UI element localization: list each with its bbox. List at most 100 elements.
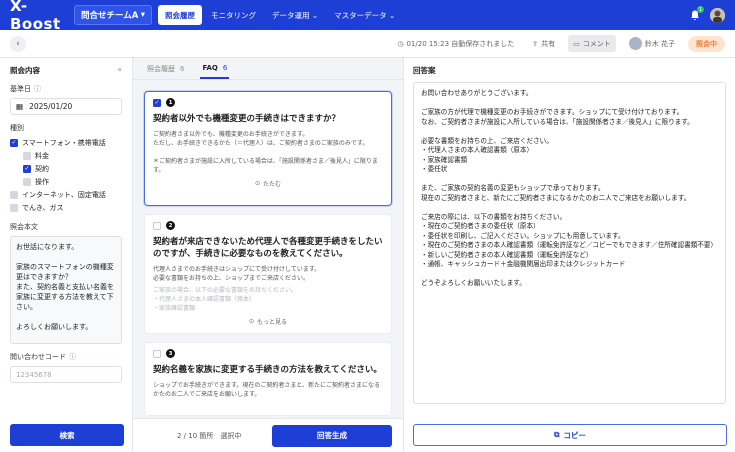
results-tabs: 照会履歴 6 FAQ 6 bbox=[133, 58, 403, 80]
autosave-status: ◷ 01/20 15:23 自動保存されました bbox=[392, 35, 519, 52]
faq-number: 3 bbox=[166, 349, 175, 358]
faq-title: 契約者が来店できないため代理人で各種変更手続きをしたいのですが、手続きに必要なも… bbox=[153, 237, 383, 259]
category-smartphone[interactable]: ✓ スマートフォン・携帯電話 bbox=[10, 136, 122, 149]
collapse-link[interactable]: ⊙ たたむ bbox=[153, 179, 383, 188]
checkbox-unchecked-icon bbox=[23, 151, 31, 160]
faq-card[interactable]: 2 契約者が来店できないため代理人で各種変更手続きをしたいのですが、手続きに必要… bbox=[144, 214, 392, 334]
inquiry-panel: 照会内容 « 基準日 ⓘ ▦ 2025/01/20 種別 ✓ スマートフォン・携帯… bbox=[0, 58, 133, 452]
faq-body-preview: ご家族の場合、以下の必要な書類をお持ちください。 ・代理人さまの本人確認書類（原… bbox=[153, 287, 298, 312]
share-button[interactable]: ⇪ 共有 bbox=[527, 35, 560, 52]
back-button[interactable]: ‹ bbox=[10, 35, 26, 52]
info-icon: ⓘ bbox=[34, 85, 41, 93]
faq-card-head: ✓ 1 bbox=[153, 98, 383, 107]
user-avatar[interactable] bbox=[710, 7, 725, 23]
faq-body: ショップでお手続きができます。現在のご契約者さまと、新たにご契約者さまになるかた… bbox=[153, 382, 381, 398]
faq-card-head: 2 bbox=[153, 221, 383, 230]
checkbox-checked-icon[interactable]: ✓ bbox=[153, 98, 161, 107]
date-field[interactable]: ▦ 2025/01/20 bbox=[10, 98, 122, 115]
team-selector-label: 問合せチームA bbox=[81, 11, 139, 21]
category-label-text: インターネット、固定電話 bbox=[22, 190, 106, 199]
answer-panel: 回答案 お問い合わせありがとうございます。 ご家族の方が代理で機種変更のお手続き… bbox=[403, 58, 735, 452]
results-panel: 照会履歴 6 FAQ 6 ✓ 1 契約者以外でも機種変更の手続きはできますか？ ご契… bbox=[133, 58, 403, 452]
copy-icon: ⧉ bbox=[554, 430, 560, 439]
category-contract[interactable]: ✓ 契約 bbox=[23, 162, 122, 175]
team-selector[interactable]: 問合せチームA ▾ bbox=[74, 5, 152, 25]
checkbox-unchecked-icon[interactable] bbox=[153, 221, 161, 230]
checkbox-checked-icon: ✓ bbox=[10, 138, 18, 147]
copy-button[interactable]: ⧉ コピー bbox=[413, 424, 727, 446]
category-label-text: 操作 bbox=[35, 177, 49, 186]
nav-item-master-data[interactable]: マスターデータ ⌄ bbox=[327, 5, 402, 25]
tab-count: 6 bbox=[180, 64, 185, 73]
answer-textarea[interactable]: お問い合わせありがとうございます。 ご家族の方が代理で機種変更のお手続きができま… bbox=[413, 82, 726, 404]
tab-count: 6 bbox=[222, 63, 228, 72]
inquiry-body-textarea[interactable]: お世話になります。 家族のスマートフォンの機種変更はできますか？ また、契約名義… bbox=[10, 236, 122, 344]
faq-number: 2 bbox=[166, 221, 175, 230]
calendar-icon: ▦ bbox=[16, 102, 24, 111]
generate-answer-button[interactable]: 回答生成 bbox=[272, 424, 392, 447]
sub-toolbar: ‹ ◷ 01/20 15:23 自動保存されました ⇪ 共有 ▭ コメント 鈴木… bbox=[0, 30, 735, 58]
date-label-row: 基準日 ⓘ bbox=[10, 84, 122, 94]
category-energy[interactable]: でんき、ガス bbox=[10, 201, 122, 214]
category-label-text: 料金 bbox=[35, 151, 49, 160]
code-label: 問い合わせコード bbox=[10, 353, 66, 361]
main-nav: 照会履歴 モニタリング データ運用 ⌄ マスターデータ ⌄ bbox=[158, 5, 402, 25]
faq-card[interactable]: 3 契約名義を家族に変更する手続きの方法を教えてください。 ショップでお手続きが… bbox=[144, 342, 392, 416]
app-logo[interactable]: X-Boost bbox=[10, 0, 74, 33]
checkbox-unchecked-icon bbox=[10, 203, 18, 212]
category-checkbox-list: ✓ スマートフォン・携帯電話 料金 ✓ 契約 操作 インターネット、固定電話 でんき… bbox=[10, 136, 122, 214]
code-label-row: 問い合わせコード ⓘ bbox=[10, 352, 122, 362]
clock-icon: ◷ bbox=[397, 39, 404, 48]
assigned-user-name: 鈴木 花子 bbox=[644, 39, 675, 48]
share-icon: ⇪ bbox=[532, 39, 539, 48]
faq-number: 1 bbox=[166, 98, 175, 107]
comment-button[interactable]: ▭ コメント bbox=[568, 35, 616, 52]
chevron-left-icon: ‹ bbox=[16, 38, 20, 49]
faq-body: ご契約者さま以外でも、機種変更のお手続きができます。 ただし、お手続きできるかた… bbox=[153, 131, 378, 174]
date-label: 基準日 bbox=[10, 85, 31, 93]
tab-history[interactable]: 照会履歴 6 bbox=[145, 58, 186, 79]
category-label-text: スマートフォン・携帯電話 bbox=[22, 138, 106, 147]
inquiry-panel-title: 照会内容 bbox=[10, 66, 40, 75]
date-value: 2025/01/20 bbox=[29, 102, 73, 111]
autosave-text: 01/20 15:23 自動保存されました bbox=[406, 39, 515, 48]
inquiry-code-input[interactable]: 12345678 bbox=[10, 366, 122, 383]
show-more-link[interactable]: ⊙ もっと見る bbox=[153, 317, 383, 326]
inquiry-panel-header: 照会内容 « bbox=[10, 65, 122, 76]
tab-label: 照会履歴 bbox=[147, 64, 175, 73]
tab-faq[interactable]: FAQ 6 bbox=[200, 58, 230, 79]
collapse-panel-icon[interactable]: « bbox=[117, 65, 122, 76]
top-navigation-bar: X-Boost 問合せチームA ▾ 照会履歴 モニタリング データ運用 ⌄ マス… bbox=[0, 0, 735, 33]
category-fee[interactable]: 料金 bbox=[23, 149, 122, 162]
collapse-link-label: たたむ bbox=[263, 181, 282, 188]
chevron-up-icon: ⊙ bbox=[254, 180, 260, 187]
faq-card-head: 3 bbox=[153, 349, 383, 358]
nav-item-data-operation[interactable]: データ運用 ⌄ bbox=[265, 5, 325, 25]
checkbox-unchecked-icon[interactable] bbox=[153, 349, 161, 358]
answer-panel-title: 回答案 bbox=[413, 66, 436, 75]
search-button[interactable]: 検索 bbox=[10, 424, 124, 446]
chevron-down-icon: ⊙ bbox=[248, 318, 254, 325]
category-operation[interactable]: 操作 bbox=[23, 175, 122, 188]
share-label: 共有 bbox=[541, 39, 556, 48]
checkbox-unchecked-icon bbox=[10, 190, 18, 199]
comment-icon: ▭ bbox=[573, 39, 580, 48]
category-label-text: 契約 bbox=[35, 164, 49, 173]
assigned-user[interactable]: 鈴木 花子 bbox=[624, 35, 680, 52]
checkbox-unchecked-icon bbox=[23, 177, 31, 186]
status-badge: 照会中 bbox=[688, 35, 725, 52]
nav-item-history[interactable]: 照会履歴 bbox=[158, 5, 202, 25]
faq-title: 契約者以外でも機種変更の手続きはできますか？ bbox=[153, 114, 341, 124]
topbar-actions: 1 bbox=[689, 6, 725, 23]
category-internet[interactable]: インターネット、固定電話 bbox=[10, 188, 122, 201]
results-footer: 2 / 10 箇所 選択中 回答生成 bbox=[133, 418, 403, 452]
nav-item-monitoring[interactable]: モニタリング bbox=[204, 5, 263, 25]
info-icon: ⓘ bbox=[69, 353, 76, 361]
bell-icon[interactable]: 1 bbox=[689, 6, 704, 21]
faq-card[interactable]: ✓ 1 契約者以外でも機種変更の手続きはできますか？ ご契約者さま以外でも、機種… bbox=[144, 91, 392, 206]
user-avatar-small bbox=[628, 37, 642, 50]
show-more-label: もっと見る bbox=[257, 319, 288, 326]
body-label: 照会本文 bbox=[10, 223, 38, 231]
sub-toolbar-actions: ◷ 01/20 15:23 自動保存されました ⇪ 共有 ▭ コメント 鈴木 花… bbox=[392, 35, 725, 52]
category-label: 種別 bbox=[10, 124, 24, 132]
